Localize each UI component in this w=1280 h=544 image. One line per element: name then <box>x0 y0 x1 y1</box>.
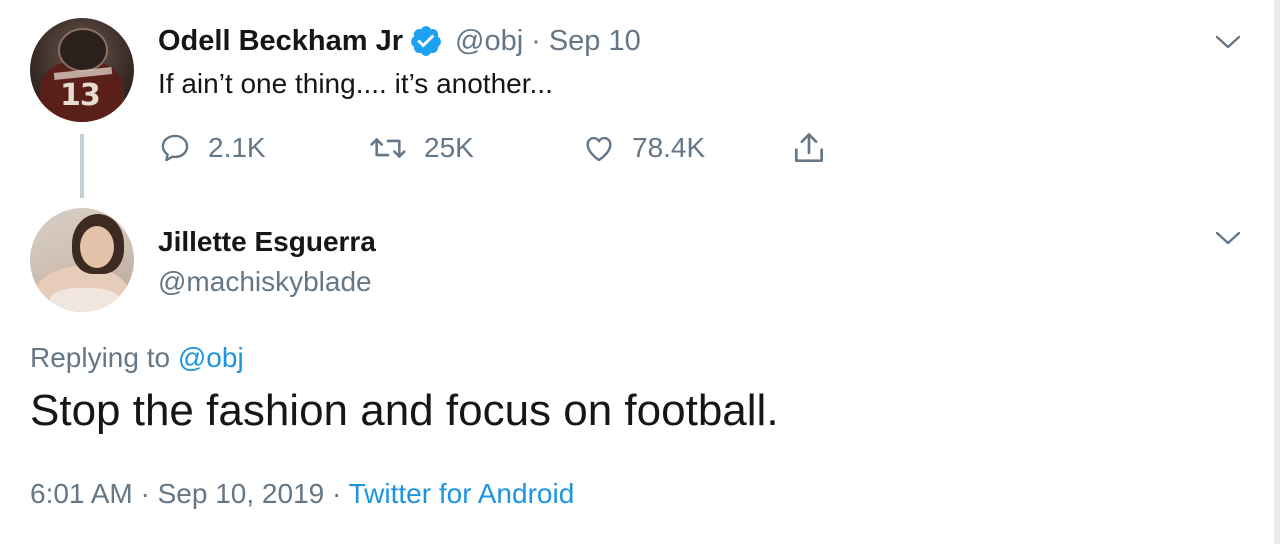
separator-dot: · <box>531 24 541 57</box>
author-handle[interactable]: @obj <box>455 25 523 58</box>
chevron-down-icon[interactable] <box>1214 228 1242 248</box>
column-border <box>1274 0 1280 544</box>
tweet-thread: 13 Odell Beckham Jr @obj · Sep 10 If ain… <box>0 0 1280 544</box>
retweet-icon <box>370 138 406 158</box>
avatar-helmet <box>58 28 108 72</box>
replying-to-label: Replying to <box>30 342 171 373</box>
author-handle[interactable]: @machiskyblade <box>158 266 372 298</box>
separator-dot: · <box>332 478 342 509</box>
chevron-down-icon[interactable] <box>1214 32 1242 52</box>
tweet-source-link[interactable]: Twitter for Android <box>349 478 575 509</box>
author-name[interactable]: Odell Beckham Jr <box>158 25 403 58</box>
retweet-button[interactable]: 25K <box>368 128 474 168</box>
like-button[interactable]: 78.4K <box>582 128 705 168</box>
tweet-date[interactable]: Sep 10 <box>549 25 641 58</box>
avatar-jersey-number: 13 <box>60 78 101 113</box>
avatar[interactable]: 13 <box>30 18 134 122</box>
tweet-date[interactable]: Sep 10, 2019 <box>158 478 325 509</box>
reply-tweet-text: Stop the fashion and focus on football. <box>30 386 779 435</box>
thread-connector-line <box>80 134 84 198</box>
author-name[interactable]: Jillette Esguerra <box>158 226 376 258</box>
reply-button[interactable]: 2.1K <box>158 128 266 168</box>
verified-badge-icon <box>411 26 441 56</box>
tweet-time[interactable]: 6:01 AM <box>30 478 133 509</box>
retweet-count: 25K <box>424 132 474 163</box>
tweet-metadata: 6:01 AM · Sep 10, 2019 · Twitter for And… <box>30 478 574 510</box>
reply-count: 2.1K <box>208 132 266 163</box>
tweet-actions: 2.1K 25K 78.4K <box>158 128 858 168</box>
tweet-header: Odell Beckham Jr @obj · Sep 10 <box>158 24 641 58</box>
avatar[interactable] <box>30 208 134 312</box>
share-button[interactable] <box>790 128 844 168</box>
tweet-text: If ain’t one thing.... it’s another... <box>158 68 553 99</box>
separator-dot: · <box>140 478 150 509</box>
like-count: 78.4K <box>632 132 706 163</box>
share-icon <box>794 133 824 163</box>
heart-icon <box>586 136 612 162</box>
avatar-face <box>80 226 114 268</box>
replying-to-line: Replying to @obj <box>30 342 244 374</box>
reply-icon <box>161 134 189 162</box>
replying-to-handle-link[interactable]: @obj <box>178 342 244 373</box>
avatar-dress <box>50 288 120 312</box>
